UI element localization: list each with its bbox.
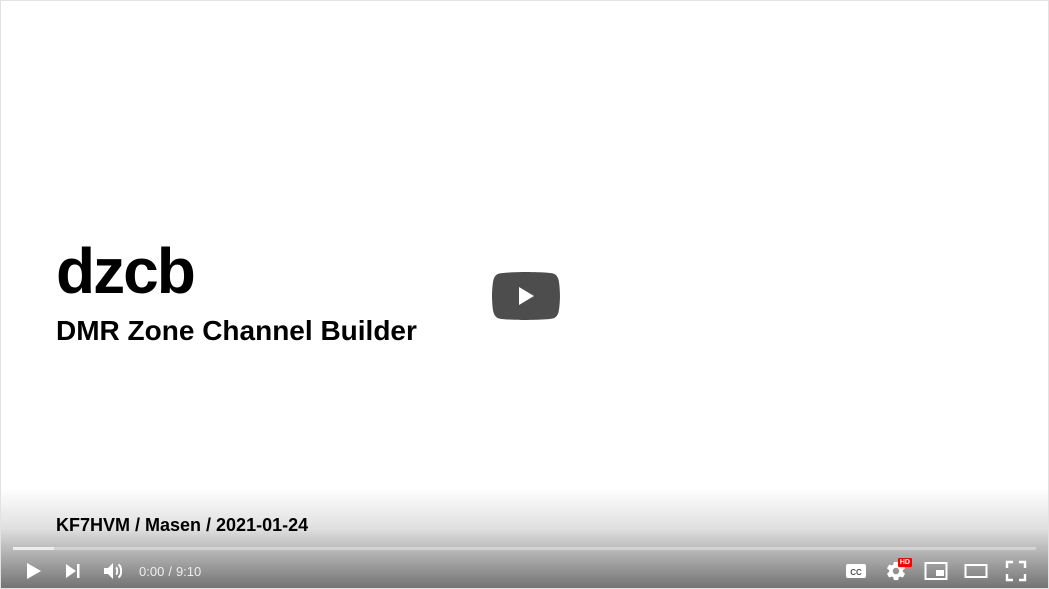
current-time: 0:00 — [139, 563, 165, 579]
theater-mode-icon — [964, 564, 988, 578]
play-button[interactable] — [13, 553, 53, 588]
mute-button[interactable] — [93, 553, 133, 588]
miniplayer-icon — [924, 562, 948, 580]
next-button[interactable] — [53, 553, 93, 588]
time-display: 0:00 / 9:10 — [139, 564, 201, 579]
time-separator: / — [168, 563, 172, 579]
slide-title: dzcb — [56, 235, 196, 307]
fullscreen-icon — [1005, 560, 1027, 582]
video-player[interactable]: dzcb DMR Zone Channel Builder KF7HVM / M… — [0, 0, 1049, 589]
svg-text:CC: CC — [850, 568, 862, 577]
slide-subtitle: DMR Zone Channel Builder — [56, 315, 417, 346]
duration: 9:10 — [175, 563, 202, 579]
play-button-icon — [492, 272, 560, 320]
control-bar: 0:00 / 9:10 CC HD — [13, 553, 1036, 588]
miniplayer-button[interactable] — [916, 553, 956, 588]
play-icon — [27, 563, 41, 579]
big-play-button[interactable] — [492, 272, 560, 320]
slide-footer: KF7HVM / Masen / 2021-01-24 — [56, 515, 309, 535]
skip-next-icon — [66, 564, 80, 578]
progress-bar[interactable] — [13, 547, 1036, 550]
hd-badge: HD — [897, 558, 912, 567]
progress-loaded — [13, 547, 54, 550]
fullscreen-button[interactable] — [996, 553, 1036, 588]
subtitles-button[interactable]: CC — [836, 553, 876, 588]
closed-captions-icon: CC — [846, 564, 866, 578]
theater-mode-button[interactable] — [956, 553, 996, 588]
volume-icon — [104, 563, 123, 579]
settings-button[interactable]: HD — [876, 553, 916, 588]
